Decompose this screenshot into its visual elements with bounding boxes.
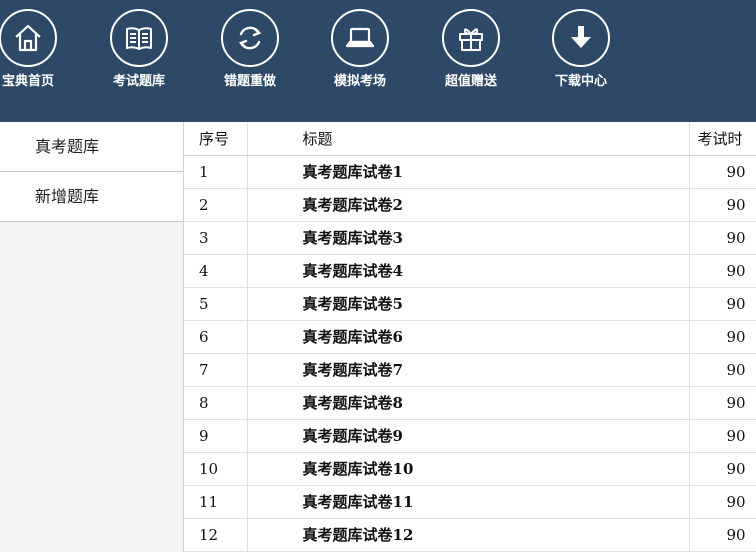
home-label: 宝典首页 (1, 74, 54, 89)
refresh-icon (221, 9, 279, 67)
table-row[interactable]: 3 真考题库试卷3 90 (184, 221, 756, 255)
redo-errors-label: 错题重做 (223, 74, 276, 89)
table-row[interactable]: 1 真考题库试卷1 90 (184, 155, 756, 189)
book-icon (110, 9, 168, 67)
row-exam-time: 90 (689, 221, 756, 255)
row-title: 真考题库试卷6 (247, 320, 690, 354)
exam-table-container: 序号 标题 考试时 1 真考题库试卷1 90 2 真考题库试卷2 90 3 真考题库试卷3 90… (184, 122, 756, 552)
row-exam-time: 90 (689, 353, 756, 387)
sidebar: 真考题库 新增题库 (0, 122, 184, 552)
exam-bank-label: 考试题库 (112, 74, 165, 89)
row-title: 真考题库试卷8 (247, 386, 690, 420)
row-exam-time: 90 (689, 386, 756, 420)
row-title: 真考题库试卷11 (247, 485, 690, 519)
sidebar-item-real-exams[interactable]: 真考题库 (0, 122, 183, 172)
row-number: 5 (184, 287, 248, 321)
table-header-row: 序号 标题 考试时 (184, 122, 756, 156)
row-title: 真考题库试卷3 (247, 221, 690, 255)
row-exam-time: 90 (689, 419, 756, 453)
table-row[interactable]: 4 真考题库试卷4 90 (184, 254, 756, 288)
table-row[interactable]: 5 真考题库试卷5 90 (184, 287, 756, 321)
row-exam-time: 90 (689, 287, 756, 321)
row-exam-time: 90 (689, 155, 756, 189)
gift-button[interactable]: 超值赠送 (416, 0, 526, 122)
table-row[interactable]: 9 真考题库试卷9 90 (184, 419, 756, 453)
row-number: 6 (184, 320, 248, 354)
header-number[interactable]: 序号 (184, 122, 248, 156)
exam-table: 序号 标题 考试时 1 真考题库试卷1 90 2 真考题库试卷2 90 3 真考题库试卷3 90… (184, 122, 756, 552)
row-title: 真考题库试卷7 (247, 353, 690, 387)
download-icon (552, 9, 610, 67)
header-exam-time[interactable]: 考试时 (689, 122, 756, 156)
row-number: 2 (184, 188, 248, 222)
row-title: 真考题库试卷9 (247, 419, 690, 453)
table-row[interactable]: 11 真考题库试卷11 90 (184, 485, 756, 519)
table-row[interactable]: 2 真考题库试卷2 90 (184, 188, 756, 222)
table-row[interactable]: 8 真考题库试卷8 90 (184, 386, 756, 420)
row-exam-time: 90 (689, 518, 756, 552)
row-title: 真考题库试卷5 (247, 287, 690, 321)
download-label: 下载中心 (554, 74, 607, 89)
row-title: 真考题库试卷4 (247, 254, 690, 288)
top-toolbar: 宝典首页 考试题库 错题重做 模拟考场 超值赠送 下载中心 (0, 0, 756, 122)
mock-exam-label: 模拟考场 (333, 74, 386, 89)
mock-exam-button[interactable]: 模拟考场 (305, 0, 415, 122)
gift-label: 超值赠送 (444, 74, 497, 89)
row-number: 8 (184, 386, 248, 420)
home-icon (0, 9, 57, 67)
home-button[interactable]: 宝典首页 (0, 0, 83, 122)
exam-bank-button[interactable]: 考试题库 (84, 0, 194, 122)
header-title[interactable]: 标题 (247, 122, 690, 156)
sidebar-item-new-questions[interactable]: 新增题库 (0, 172, 183, 222)
row-number: 11 (184, 485, 248, 519)
row-exam-time: 90 (689, 320, 756, 354)
row-exam-time: 90 (689, 485, 756, 519)
table-row[interactable]: 6 真考题库试卷6 90 (184, 320, 756, 354)
row-number: 12 (184, 518, 248, 552)
download-button[interactable]: 下载中心 (526, 0, 636, 122)
row-number: 4 (184, 254, 248, 288)
row-exam-time: 90 (689, 254, 756, 288)
row-title: 真考题库试卷2 (247, 188, 690, 222)
row-title: 真考题库试卷10 (247, 452, 690, 486)
row-number: 10 (184, 452, 248, 486)
row-exam-time: 90 (689, 452, 756, 486)
row-number: 1 (184, 155, 248, 189)
gift-icon (442, 9, 500, 67)
row-title: 真考题库试卷1 (247, 155, 690, 189)
row-exam-time: 90 (689, 188, 756, 222)
redo-errors-button[interactable]: 错题重做 (195, 0, 305, 122)
row-number: 9 (184, 419, 248, 453)
laptop-icon (331, 9, 389, 67)
row-title: 真考题库试卷12 (247, 518, 690, 552)
table-row[interactable]: 10 真考题库试卷10 90 (184, 452, 756, 486)
row-number: 7 (184, 353, 248, 387)
row-number: 3 (184, 221, 248, 255)
table-row[interactable]: 7 真考题库试卷7 90 (184, 353, 756, 387)
table-row[interactable]: 12 真考题库试卷12 90 (184, 518, 756, 552)
